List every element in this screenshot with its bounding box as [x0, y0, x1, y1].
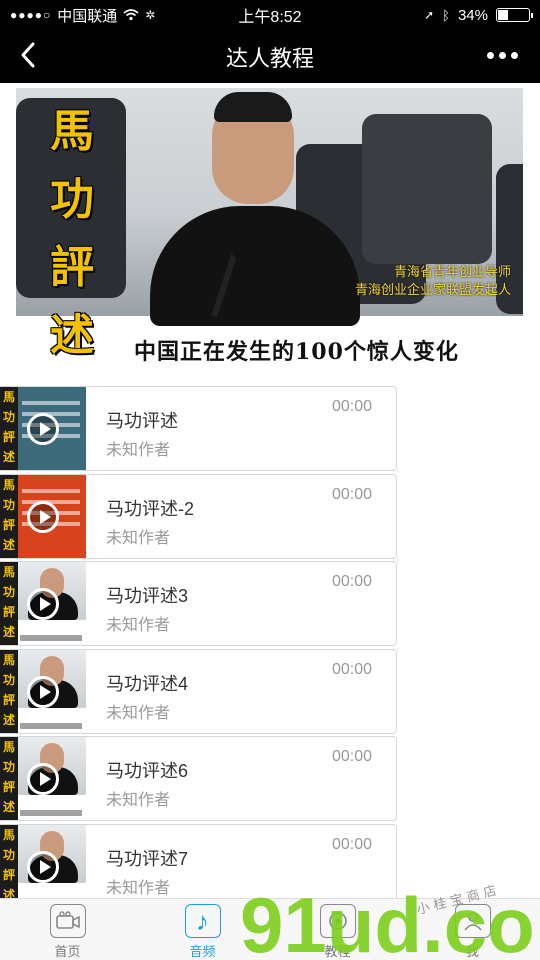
item-title: 马功评述4 [106, 673, 189, 694]
vertical-char: 述 [50, 310, 94, 361]
play-icon[interactable] [27, 763, 59, 795]
play-icon[interactable] [27, 588, 59, 620]
location-icon: ➚ [424, 8, 435, 22]
tab-label: 首页 [54, 944, 81, 959]
item-title: 马功评述7 [106, 848, 189, 869]
thumb-caption-bar [20, 635, 82, 641]
banner-image[interactable]: 青海省青年创业导师 青海创业企业家联盟发起人 馬 功 評 述 中国正在发生的10… [16, 88, 523, 375]
thumb-stripe: 馬功評述 [0, 474, 18, 558]
list-item[interactable]: 馬功評述 马功评述-2 未知作者 00:00 [0, 473, 397, 559]
list-item[interactable]: 馬功評述 马功评述6 未知作者 00:00 [0, 736, 397, 821]
item-author: 未知作者 [106, 704, 171, 722]
tab-me[interactable]: 我 [405, 899, 540, 960]
item-thumbnail: 馬功評述 [0, 474, 86, 558]
tab-home[interactable]: 首页 [0, 899, 135, 960]
play-icon[interactable] [27, 675, 59, 708]
status-bar: ●●●●○ 中国联通 ✲ 上午8:52 ➚ ᛒ 34% [0, 0, 540, 30]
microphone-icon [232, 236, 246, 258]
battery-level [498, 10, 508, 20]
user-icon [454, 904, 491, 938]
item-author: 未知作者 [106, 879, 171, 897]
thumb-stripe: 馬功評述 [0, 737, 18, 820]
camera-glyph [55, 911, 80, 929]
play-icon[interactable] [27, 850, 59, 883]
tab-label: 音频 [189, 944, 216, 959]
tab-audio[interactable]: ♪ 音频 [135, 899, 270, 960]
tab-bar: 首页 ♪ 音频 教程 我 [0, 898, 540, 960]
more-dot [487, 52, 494, 59]
carrier-label: 中国联通 [57, 7, 118, 25]
item-author: 未知作者 [106, 617, 171, 634]
wifi-icon [123, 9, 139, 21]
play-icon[interactable] [27, 413, 59, 445]
item-author: 未知作者 [106, 529, 171, 547]
list-item[interactable]: 馬功評述 马功评述 未知作者 00:00 [0, 386, 397, 471]
item-thumbnail: 馬功評述 [0, 387, 86, 470]
audio-list: 馬功評述 马功评述 未知作者 00:00 馬功評述 马功评述-2 未知作者 00… [0, 386, 397, 911]
item-title: 马功评述 [106, 411, 178, 431]
thumb-stripe: 馬功評述 [0, 649, 18, 733]
item-thumbnail: 馬功評述 [0, 562, 86, 645]
battery-icon [496, 8, 533, 22]
banner-vertical-title: 馬 功 評 述 [42, 100, 102, 368]
user-glyph [463, 912, 482, 931]
status-time: 上午8:52 [238, 9, 302, 26]
item-author: 未知作者 [106, 442, 171, 459]
play-icon[interactable] [27, 500, 59, 533]
item-author: 未知作者 [106, 792, 171, 809]
thumb-stripe: 馬功評述 [0, 387, 18, 470]
item-thumbnail: 馬功評述 [0, 824, 86, 908]
item-thumbnail: 馬功評述 [0, 737, 86, 820]
list-item[interactable]: 馬功評述 马功评述7 未知作者 00:00 [0, 823, 397, 909]
bluetooth-icon: ᛒ [442, 7, 450, 23]
vertical-char: 功 [50, 174, 94, 225]
battery-percent: 34% [457, 6, 488, 24]
thumb-stripe: 馬功評述 [0, 562, 18, 645]
item-duration: 00:00 [331, 573, 372, 590]
thumb-caption-bar [20, 722, 82, 729]
chair-shape [362, 114, 492, 264]
list-item[interactable]: 馬功評述 马功评述3 未知作者 00:00 [0, 561, 397, 646]
more-dot [511, 52, 518, 59]
tab-label: 教程 [324, 944, 351, 959]
vertical-char: 評 [50, 242, 94, 293]
page-title: 达人教程 [225, 45, 314, 71]
more-button[interactable] [487, 52, 518, 59]
loading-icon: ✲ [145, 8, 156, 22]
caption-line2: 青海创业企业家联盟发起人 [354, 283, 511, 298]
back-button[interactable] [14, 40, 44, 70]
caption-line1: 青海省青年创业导师 [393, 265, 511, 280]
camera-icon [49, 904, 86, 938]
speaker-hair [214, 92, 292, 122]
item-duration: 00:00 [331, 398, 372, 415]
item-duration: 00:00 [331, 485, 372, 503]
list-item[interactable]: 馬功評述 马功评述4 未知作者 00:00 [0, 648, 397, 734]
signal-icon: ●●●●○ [10, 8, 52, 22]
more-dot [499, 52, 506, 59]
tab-tutorial[interactable]: 教程 [270, 899, 405, 960]
banner-caption: 青海省青年创业导师 青海创业企业家联盟发起人 [355, 264, 511, 300]
chevron-left-icon [21, 42, 35, 68]
tab-label: 我 [465, 944, 479, 959]
banner-title: 中国正在发生的100个惊人变化 [134, 339, 459, 365]
item-thumbnail: 馬功評述 [0, 649, 86, 733]
tutorial-icon [319, 904, 356, 938]
item-duration: 00:00 [331, 835, 372, 853]
tutorial-glyph [328, 912, 347, 930]
item-title: 马功评述6 [106, 761, 189, 781]
music-note-icon: ♪ [184, 904, 221, 938]
thumb-stripe: 馬功評述 [0, 824, 18, 908]
item-title: 马功评述3 [106, 586, 189, 606]
nav-bar: 达人教程 [0, 30, 540, 83]
item-duration: 00:00 [331, 660, 372, 678]
thumb-caption-bar [20, 810, 82, 816]
vertical-char: 馬 [50, 106, 94, 157]
item-title: 马功评述-2 [106, 498, 195, 519]
item-duration: 00:00 [331, 748, 372, 765]
